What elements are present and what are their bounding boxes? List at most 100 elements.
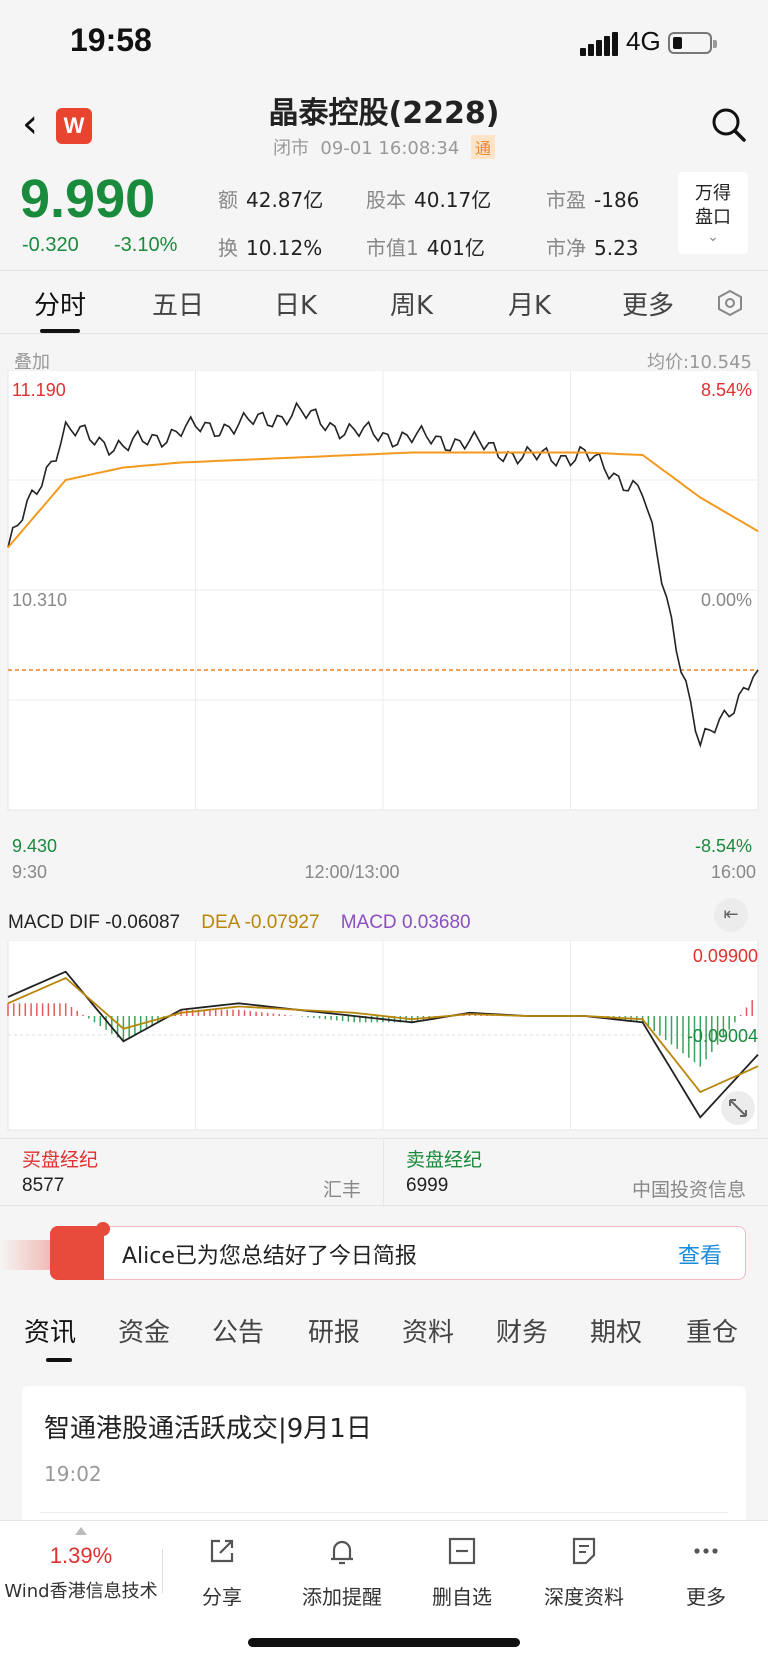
macd-legend: MACD DIF -0.06087 DEA -0.07927 MACD 0.03…: [8, 912, 471, 934]
add-alert-button[interactable]: 添加提醒: [282, 1521, 402, 1621]
tab-monthly-k[interactable]: 月K: [508, 285, 551, 322]
index-name: Wind香港信息技术: [4, 1581, 158, 1602]
hexagon-settings-icon[interactable]: [716, 289, 744, 317]
x-axis-start-label: 9:30: [12, 862, 47, 880]
macd-y-top-label: 0.09900: [693, 946, 758, 966]
order-book-line2: 盘口: [695, 207, 731, 228]
battery-icon: [668, 32, 717, 54]
tab-financials[interactable]: 财务: [496, 1312, 548, 1349]
news-tabs: 资讯 资金 公告 研报 资料 财务 期权 重仓: [0, 1296, 768, 1364]
search-icon[interactable]: [710, 106, 748, 144]
assistant-icon: [50, 1226, 104, 1280]
y-axis-bottom-label: 9.430: [12, 836, 57, 856]
macd-macd-value: 0.03680: [401, 912, 471, 933]
buy-broker-title: 买盘经纪: [22, 1149, 99, 1171]
quote-panel: 9.990 -0.320 -3.10% 额 42.87亿 股本 40.17亿 市盈 -…: [0, 168, 768, 268]
banner-view-link[interactable]: 查看: [678, 1238, 722, 1270]
stat-turnover-amount: 额 42.87亿: [218, 188, 324, 212]
market-status-label: 闭市: [272, 138, 309, 159]
broker-panel: 买盘经纪 8577 汇丰 卖盘经纪 6999 中国投资信息: [0, 1138, 768, 1207]
x-axis-mid-label: 12:00/13:00: [304, 862, 399, 880]
sell-broker-title: 卖盘经纪: [406, 1149, 483, 1171]
pct-top-label: 8.54%: [701, 380, 752, 400]
remove-watchlist-label: 删自选: [432, 1585, 492, 1609]
price-change: -0.320: [22, 234, 79, 256]
remove-watchlist-icon: [448, 1537, 476, 1565]
stat-pe: 市盈 -186: [546, 188, 640, 212]
macd-dea-value: -0.07927: [244, 912, 320, 933]
tab-options[interactable]: 期权: [590, 1312, 642, 1349]
remove-watchlist-button[interactable]: 删自选: [402, 1521, 522, 1621]
deep-data-label: 深度资料: [544, 1585, 624, 1609]
stat-market-cap: 市值1 401亿: [366, 236, 485, 260]
document-icon: [572, 1537, 596, 1565]
order-book-button[interactable]: 万得 盘口 ⌄: [678, 172, 748, 254]
tab-weekly-k[interactable]: 周K: [390, 285, 433, 322]
sell-broker-code: 6999: [406, 1175, 449, 1196]
tab-more[interactable]: 更多: [622, 285, 674, 322]
stock-title: 晶泰控股(2228): [268, 96, 500, 131]
news-tab-indicator: [46, 1358, 72, 1362]
macd-y-bottom-label: -0.09004: [687, 1026, 758, 1046]
news-time: 19:02: [44, 1462, 102, 1486]
ai-briefing-banner[interactable]: Alice已为您总结好了今日简报 查看: [0, 1222, 768, 1282]
tab-profile[interactable]: 资料: [402, 1312, 454, 1349]
buy-broker-code: 8577: [22, 1175, 65, 1196]
y-axis-mid-label: 10.310: [12, 590, 67, 610]
sell-broker-section[interactable]: 卖盘经纪 6999 中国投资信息: [384, 1139, 768, 1207]
stat-pb: 市净 5.23: [546, 236, 639, 260]
status-time: 19:58: [70, 22, 152, 58]
price-change-pct: -3.10%: [114, 234, 178, 256]
news-list-item[interactable]: 智通港股通活跃成交|9月1日 19:02: [22, 1386, 746, 1526]
news-title: 智通港股通活跃成交|9月1日: [44, 1414, 372, 1444]
tab-research[interactable]: 研报: [308, 1312, 360, 1349]
buy-broker-section[interactable]: 买盘经纪 8577 汇丰: [0, 1139, 384, 1207]
macd-macd-label: MACD: [340, 912, 397, 933]
related-index-button[interactable]: 1.39% Wind香港信息技术: [0, 1521, 162, 1621]
more-label: 更多: [686, 1585, 726, 1609]
signal-icon: [580, 32, 620, 56]
caret-up-icon: [75, 1527, 87, 1535]
x-axis-end-label: 16:00: [711, 862, 756, 880]
pct-mid-label: 0.00%: [701, 590, 752, 610]
last-price: 9.990: [20, 169, 156, 229]
share-button[interactable]: 分享: [162, 1521, 282, 1621]
tab-active-indicator: [40, 329, 80, 333]
chart-period-tabs: 分时 五日 日K 周K 月K 更多: [0, 270, 768, 334]
stock-header: ‹ W 晶泰控股(2228) 闭市 09-01 16:08:34 通: [0, 88, 768, 168]
expand-icon[interactable]: [721, 1091, 755, 1125]
connect-badge: 通: [471, 135, 496, 159]
macd-chart[interactable]: 0.09900 -0.09004: [0, 940, 768, 1136]
tab-five-day[interactable]: 五日: [152, 285, 204, 322]
tab-announcements[interactable]: 公告: [212, 1312, 264, 1349]
market-datetime: 09-01 16:08:34: [320, 138, 460, 159]
tab-holdings[interactable]: 重仓: [686, 1312, 738, 1349]
y-axis-top-label: 11.190: [12, 380, 66, 400]
stat-turnover-rate: 换 10.12%: [218, 236, 323, 260]
share-icon: [210, 1539, 234, 1563]
network-type: 4G: [626, 26, 661, 56]
tab-daily-k[interactable]: 日K: [274, 285, 317, 322]
deep-data-button[interactable]: 深度资料: [522, 1521, 646, 1621]
macd-dea-label: DEA: [201, 912, 240, 933]
market-status: 闭市 09-01 16:08:34 通: [0, 134, 768, 160]
macd-dif-value: -0.06087: [105, 912, 181, 933]
banner-text: Alice已为您总结好了今日简报: [122, 1244, 417, 1269]
divider: [40, 1512, 728, 1513]
banner-decoration: [0, 1240, 52, 1270]
status-bar: 19:58 4G: [0, 0, 768, 88]
add-alert-label: 添加提醒: [302, 1585, 382, 1609]
index-change-pct: 1.39%: [49, 1543, 113, 1568]
more-dots-icon: [694, 1548, 718, 1554]
tab-news[interactable]: 资讯: [24, 1312, 76, 1349]
macd-dif-label: MACD DIF: [8, 912, 100, 933]
intraday-chart[interactable]: 11.190 10.310 9.430 8.54% 0.00% -8.54% 9…: [0, 370, 768, 880]
more-button[interactable]: 更多: [646, 1521, 766, 1621]
pct-bottom-label: -8.54%: [695, 836, 752, 856]
collapse-left-icon[interactable]: ⇤: [714, 898, 748, 932]
buy-broker-name: 汇丰: [322, 1179, 361, 1201]
tab-funds[interactable]: 资金: [118, 1312, 170, 1349]
notification-dot-icon: [96, 1222, 110, 1236]
stat-shares: 股本 40.17亿: [366, 188, 492, 212]
tab-intraday[interactable]: 分时: [34, 285, 86, 322]
